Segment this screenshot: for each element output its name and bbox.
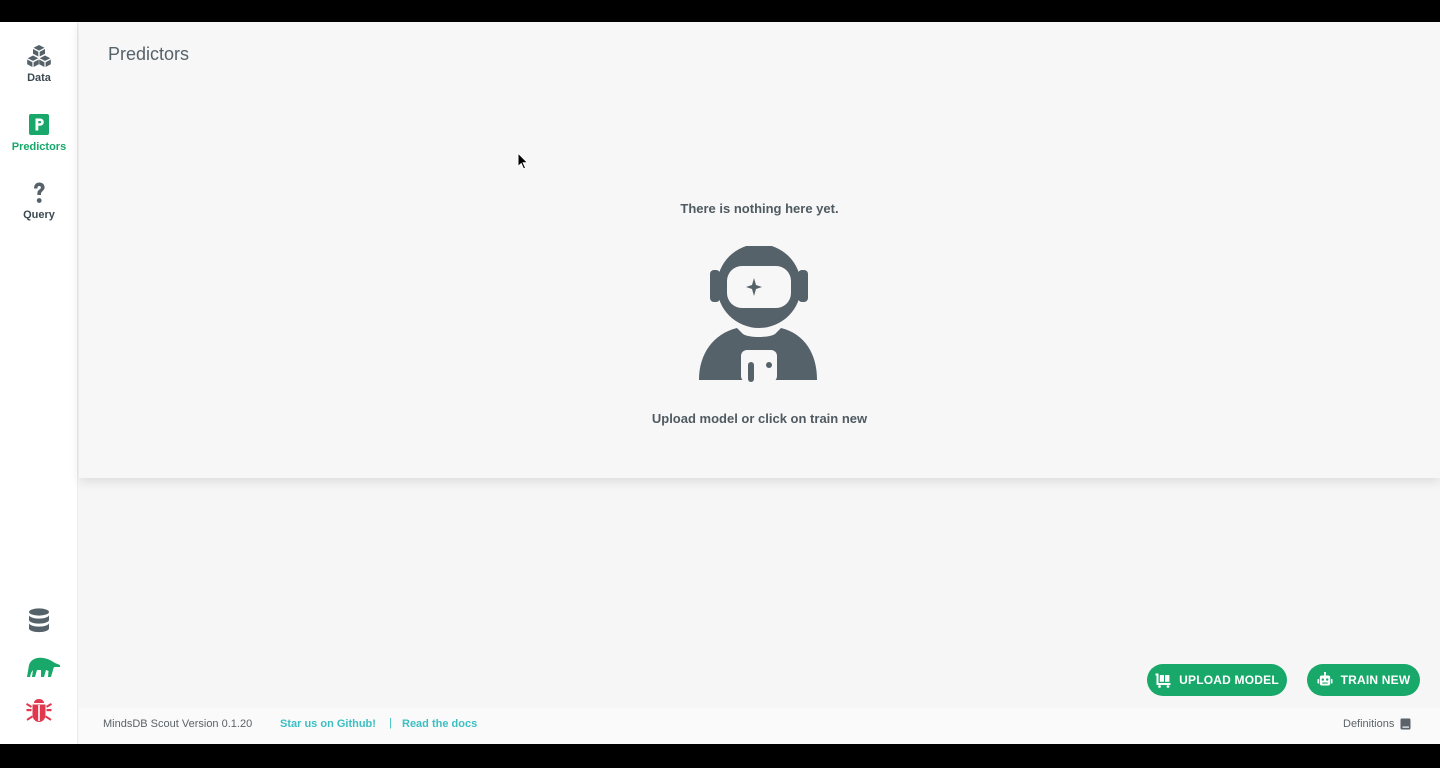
upload-cart-icon (1155, 673, 1171, 688)
github-link[interactable]: Star us on Github! (280, 718, 376, 730)
predictors-panel: Predictors There is nothing here yet. Up… (79, 22, 1440, 478)
app-window: Data Predictors Query Predictors There i… (0, 22, 1440, 744)
astronaut-icon (699, 246, 817, 382)
train-new-label: TRAIN NEW (1340, 673, 1411, 687)
upload-model-label: UPLOAD MODEL (1179, 673, 1279, 687)
database-icon[interactable] (24, 606, 54, 636)
definitions-label: Definitions (1343, 718, 1395, 730)
empty-state-title: There is nothing here yet. (680, 201, 839, 216)
sidebar-item-data[interactable]: Data (0, 43, 78, 84)
sidebar-item-label: Data (27, 72, 51, 84)
predictor-p-icon (29, 114, 49, 135)
definitions-link[interactable]: Definitions (1343, 718, 1411, 730)
sidebar-item-label: Query (23, 209, 55, 221)
sidebar-item-query[interactable]: Query (0, 180, 78, 221)
robot-icon (1317, 672, 1333, 686)
bug-icon[interactable] (24, 696, 54, 726)
anteater-logo-icon[interactable] (25, 651, 61, 681)
page-title: Predictors (108, 44, 190, 64)
cubes-icon (27, 45, 51, 67)
question-icon (34, 182, 45, 203)
mouse-cursor-icon (517, 152, 529, 170)
train-new-button[interactable]: TRAIN NEW (1307, 664, 1420, 696)
book-icon (1400, 718, 1411, 730)
sidebar: Data Predictors Query (0, 22, 78, 744)
empty-state-subtitle: Upload model or click on train new (651, 411, 868, 426)
upload-model-button[interactable]: UPLOAD MODEL (1147, 664, 1287, 696)
footer: MindsDB Scout Version 0.1.20 Star us on … (79, 708, 1440, 744)
footer-separator: | (389, 717, 392, 729)
sidebar-item-label: Predictors (11, 141, 67, 153)
version-text: MindsDB Scout Version 0.1.20 (103, 718, 253, 730)
docs-link[interactable]: Read the docs (402, 718, 477, 730)
sidebar-item-predictors[interactable]: Predictors (0, 112, 78, 153)
